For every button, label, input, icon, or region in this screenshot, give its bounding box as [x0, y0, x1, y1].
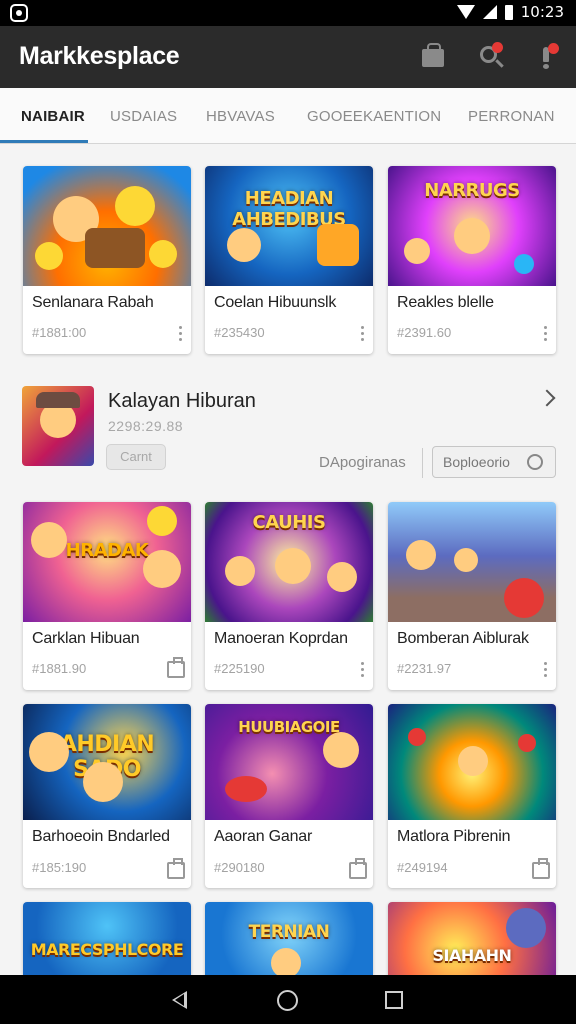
signal-icon	[482, 5, 497, 19]
game-card[interactable]: SIAHAHN	[388, 902, 556, 982]
game-price: #2231.97	[397, 661, 452, 676]
game-card[interactable]: AHDIAN SADO Barhoeoin Bndarled #185:190	[23, 704, 191, 888]
search-icon[interactable]	[477, 42, 505, 71]
divider	[422, 448, 423, 478]
game-title: Bomberan Aiblurak	[397, 630, 529, 647]
status-icons: 10:23	[456, 3, 564, 21]
game-card[interactable]: MARECSPHLCORE	[23, 902, 191, 982]
game-thumbnail: AHDIAN SADO	[23, 704, 191, 820]
game-title: Matlora Pibrenin	[397, 828, 511, 845]
status-time: 10:23	[520, 3, 564, 21]
game-card[interactable]: Bomberan Aiblurak #2231.97	[388, 502, 556, 690]
game-title: Reakles blelle	[397, 294, 494, 311]
notification-badge	[492, 42, 503, 53]
game-price: #235430	[214, 325, 265, 340]
game-title: Aaoran Ganar	[214, 828, 313, 845]
featured-subtitle: 2298:29.88	[108, 418, 184, 434]
game-card[interactable]: NARRUGS Reakles blelle #2391.60	[388, 166, 556, 354]
featured-button[interactable]: Boploeorio	[432, 446, 556, 478]
wifi-icon	[456, 5, 475, 19]
game-thumbnail: MARECSPHLCORE	[23, 902, 191, 982]
tab-naibair[interactable]: NAIBAIR	[21, 108, 85, 125]
game-thumbnail: HEADIAN AHBEDIBUS	[205, 166, 373, 286]
tab-perronan[interactable]: PERRONAN	[468, 108, 555, 125]
game-card[interactable]: HEADIAN AHBEDIBUS Coelan Hibuunslk #2354…	[205, 166, 373, 354]
game-price: #249194	[397, 860, 448, 875]
game-thumbnail: HUUBIAGOIE	[205, 704, 373, 820]
game-title: Senlanara Rabah	[32, 294, 154, 311]
menu-icon[interactable]	[179, 326, 183, 342]
navigation-bar	[0, 975, 576, 1024]
game-title: Carklan Hibuan	[32, 630, 140, 647]
game-price: #185:190	[32, 860, 87, 875]
menu-icon[interactable]	[361, 326, 365, 342]
store-icon[interactable]	[420, 43, 448, 71]
cart-icon[interactable]	[349, 858, 367, 879]
notification-badge	[548, 43, 559, 54]
menu-icon[interactable]	[361, 662, 365, 678]
game-price: #2391.60	[397, 325, 452, 340]
game-title: Manoeran Koprdan	[214, 630, 348, 647]
game-card[interactable]: CAUHIS Manoeran Koprdan #225190	[205, 502, 373, 690]
radio-icon	[527, 454, 543, 470]
game-thumbnail	[388, 704, 556, 820]
notification-icon	[10, 4, 28, 22]
game-card[interactable]: TERNIAN	[205, 902, 373, 982]
cart-icon[interactable]	[167, 858, 185, 879]
home-icon[interactable]	[277, 990, 298, 1011]
game-thumbnail: TERNIAN	[205, 902, 373, 982]
game-price: #1881.90	[32, 661, 87, 676]
tab-hbvavas[interactable]: HBVAVAS	[206, 108, 275, 125]
game-card[interactable]: HRADAK Carklan Hibuan #1881.90	[23, 502, 191, 690]
app-bar: Markkesplace	[0, 26, 576, 88]
featured-chip[interactable]: Carnt	[106, 444, 166, 470]
featured-item[interactable]: Kalayan Hiburan 2298:29.88 Carnt DApogir…	[0, 372, 576, 490]
chevron-right-icon[interactable]	[538, 389, 556, 407]
status-bar: 10:23	[0, 0, 576, 26]
menu-icon[interactable]	[544, 662, 548, 678]
game-thumbnail	[388, 502, 556, 622]
back-icon[interactable]	[172, 991, 187, 1009]
game-price: #225190	[214, 661, 265, 676]
tab-indicator	[0, 140, 88, 143]
featured-button-label: Boploeorio	[443, 454, 510, 470]
game-thumbnail	[23, 166, 191, 286]
game-price: #290180	[214, 860, 265, 875]
game-price: #1881:00	[32, 325, 87, 340]
game-card[interactable]: HUUBIAGOIE Aaoran Ganar #290180	[205, 704, 373, 888]
app-title: Markkesplace	[19, 42, 180, 70]
tab-usdaias[interactable]: USDAIAS	[110, 108, 177, 125]
featured-title: Kalayan Hiburan	[108, 390, 256, 412]
cart-icon[interactable]	[532, 858, 550, 879]
game-thumbnail: NARRUGS	[388, 166, 556, 286]
tab-gooeekaention[interactable]: GOOEEKAENTION	[307, 108, 441, 125]
alert-icon[interactable]	[534, 43, 562, 71]
game-thumbnail: HRADAK	[23, 502, 191, 622]
game-card[interactable]: Matlora Pibrenin #249194	[388, 704, 556, 888]
menu-icon[interactable]	[544, 326, 548, 342]
battery-icon	[504, 4, 513, 20]
featured-link[interactable]: DApogiranas	[319, 454, 406, 471]
game-thumbnail: CAUHIS	[205, 502, 373, 622]
featured-thumbnail	[22, 386, 94, 466]
recents-icon[interactable]	[385, 991, 403, 1009]
tab-strip: NAIBAIR USDAIAS HBVAVAS GOOEEKAENTION PE…	[0, 88, 576, 144]
game-title: Coelan Hibuunslk	[214, 294, 337, 311]
game-card[interactable]: Senlanara Rabah #1881:00	[23, 166, 191, 354]
game-title: Barhoeoin Bndarled	[32, 828, 170, 845]
game-thumbnail: SIAHAHN	[388, 902, 556, 982]
cart-icon[interactable]	[167, 657, 185, 678]
